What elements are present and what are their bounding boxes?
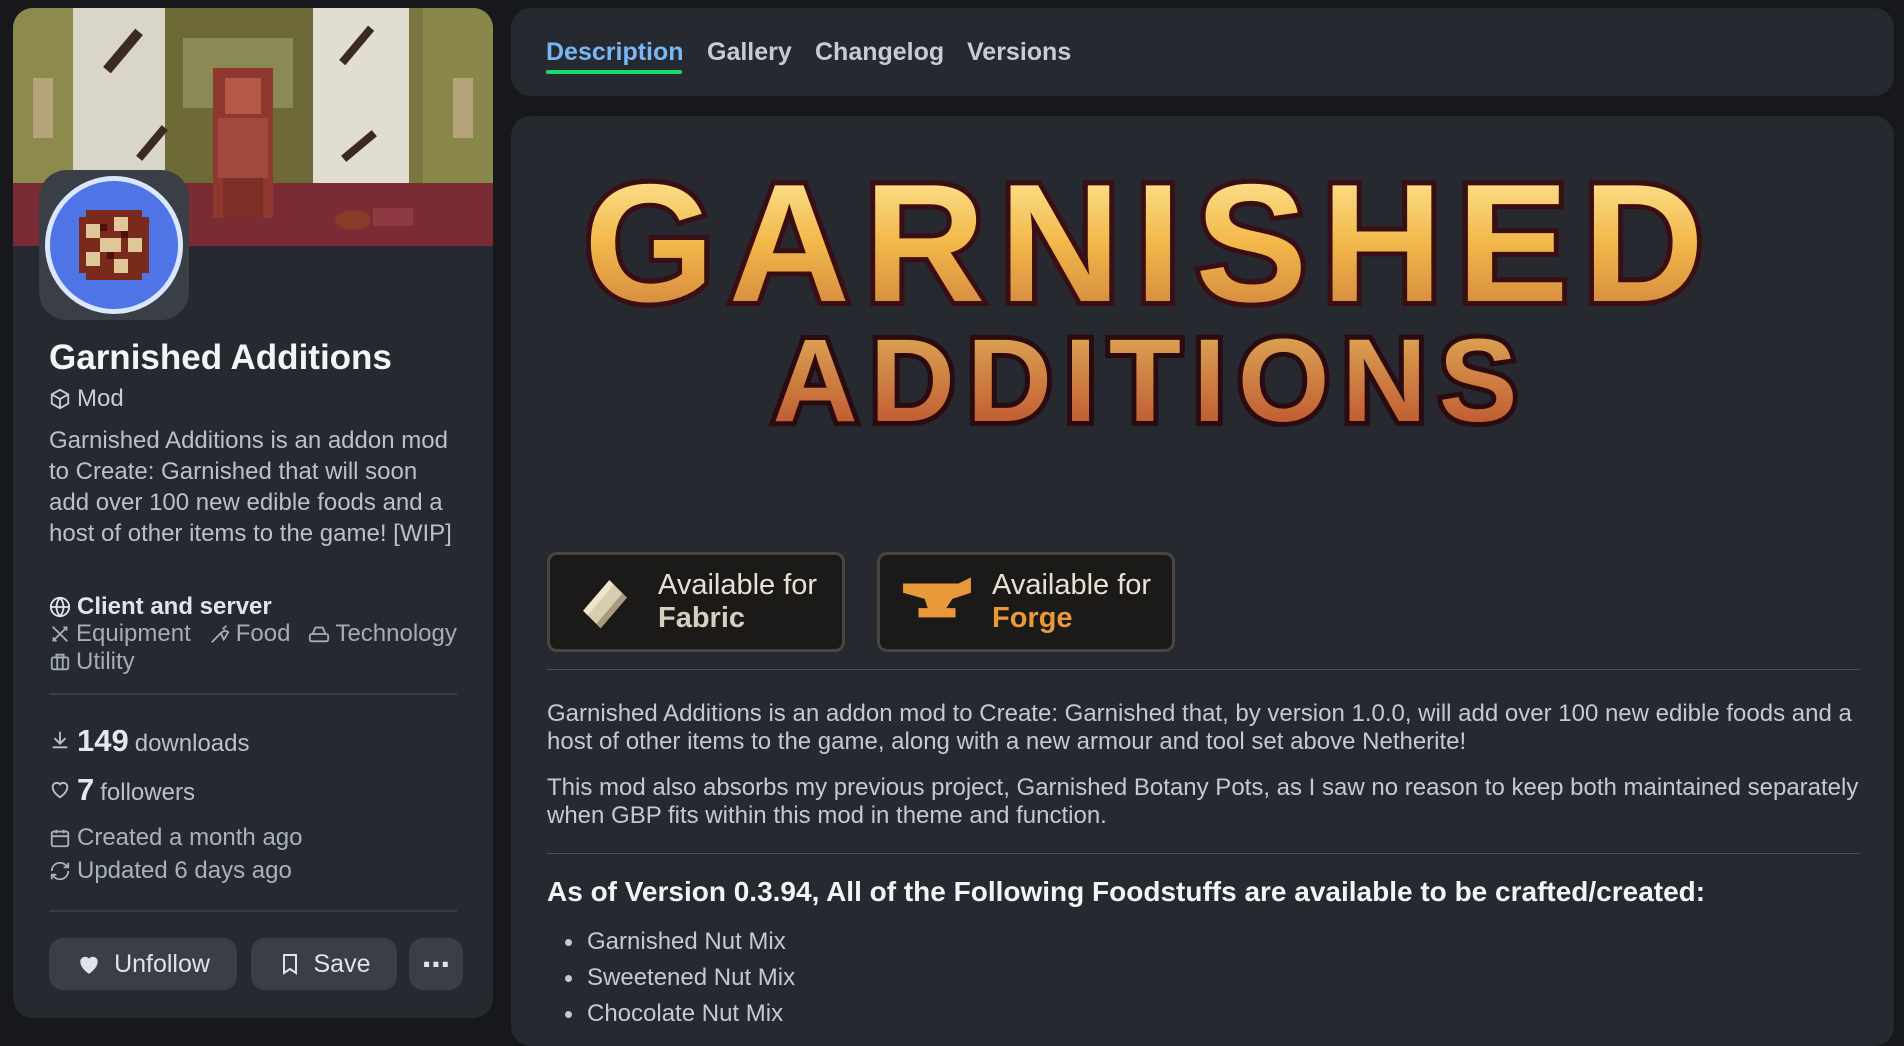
updated-text: Updated 6 days ago (77, 857, 292, 884)
divider (547, 853, 1860, 854)
project-summary: Garnished Additions is an addon mod to C… (49, 427, 452, 547)
carrot-icon (210, 625, 230, 643)
fabric-line2: Fabric (658, 602, 746, 634)
tab-description[interactable]: Description (546, 38, 684, 67)
followers-count: 7 (77, 772, 95, 807)
project-tabs: Description Gallery Changelog Versions (511, 8, 1894, 96)
fabric-line1: Available for (658, 569, 818, 601)
active-tab-indicator (546, 70, 682, 74)
followers-label: followers (100, 779, 195, 806)
updated-date: Updated 6 days ago (49, 857, 292, 885)
foodstuffs-heading: As of Version 0.3.94, All of the Followi… (547, 876, 1706, 907)
forge-line1: Available for (992, 569, 1152, 601)
list-item: Sweetened Nut Mix (547, 960, 795, 996)
tag-label: Equipment (76, 620, 191, 647)
forge-badge[interactable]: Available for Forge (877, 552, 1175, 652)
swords-icon (52, 626, 68, 642)
more-options-button[interactable]: ⋯ (409, 938, 463, 990)
created-text: Created a month ago (77, 824, 303, 851)
forge-anvil-icon (903, 577, 971, 618)
project-type: Mod (49, 385, 124, 413)
tag-technology[interactable]: Technology (308, 620, 457, 648)
list-item: Garnished Nut Mix (547, 924, 795, 960)
divider (547, 669, 1860, 670)
tag-food[interactable]: Food (209, 620, 291, 648)
fabric-badge-text: Available for Fabric (658, 569, 817, 635)
project-title: Garnished Additions (49, 338, 392, 377)
unfollow-label: Unfollow (114, 949, 210, 978)
tab-versions[interactable]: Versions (967, 38, 1071, 67)
box-icon (50, 388, 70, 410)
tab-changelog[interactable]: Changelog (815, 38, 944, 67)
description-paragraph-2: This mod also absorbs my previous projec… (547, 774, 1859, 829)
downloads-label: downloads (134, 730, 250, 757)
tag-label: Utility (76, 648, 135, 675)
garnish-item-icon (79, 210, 149, 280)
unfollow-button[interactable]: Unfollow (49, 938, 237, 990)
save-button[interactable]: Save (251, 938, 397, 990)
project-sidebar: Garnished Additions Mod Garnished Additi… (13, 8, 493, 1018)
forge-line2: Forge (992, 602, 1073, 634)
environment-text: Client and server (77, 593, 272, 620)
calendar-icon (50, 829, 70, 848)
foodstuffs-list: Garnished Nut Mix Sweetened Nut Mix Choc… (547, 924, 795, 1032)
tag-label: Food (235, 620, 291, 647)
project-icon (39, 170, 189, 320)
logo-subtitle: ADDITIONS (773, 315, 1530, 447)
followers-stat: 7 followers (49, 772, 195, 808)
fabric-badge[interactable]: Available for Fabric (547, 552, 845, 652)
heart-icon (51, 782, 69, 799)
environment-label: Client and server (49, 593, 272, 621)
project-type-label: Mod (77, 385, 124, 412)
description-paragraph-1: Garnished Additions is an addon mod to C… (547, 700, 1852, 755)
tag-label: Technology (335, 620, 457, 647)
tag-equipment[interactable]: Equipment (49, 620, 191, 648)
bookmark-icon (282, 954, 297, 975)
save-label: Save (313, 949, 371, 978)
download-icon (52, 731, 68, 749)
project-logo-banner: GARNISHED ADDITIONS (579, 144, 1718, 452)
tab-gallery[interactable]: Gallery (707, 38, 792, 67)
downloads-count: 149 (77, 723, 129, 758)
forge-badge-text: Available for Forge (992, 569, 1151, 635)
hard-drive-icon (309, 626, 330, 643)
downloads-stat: 149 downloads (49, 723, 249, 759)
tag-utility[interactable]: Utility (49, 648, 135, 676)
divider (49, 910, 457, 912)
divider (49, 693, 457, 695)
description-content: GARNISHED ADDITIONS Available for Fabric… (511, 116, 1894, 1046)
briefcase-icon (50, 653, 70, 671)
more-icon: ⋯ (422, 948, 450, 980)
refresh-icon (50, 861, 70, 881)
heart-filled-icon (80, 956, 98, 974)
category-tags: Equipment Food Technology Utility (49, 620, 469, 676)
fabric-icon (583, 580, 627, 629)
list-item: Chocolate Nut Mix (547, 996, 795, 1032)
globe-icon (49, 596, 71, 618)
logo-title: GARNISHED (584, 149, 1718, 337)
created-date: Created a month ago (49, 824, 302, 852)
